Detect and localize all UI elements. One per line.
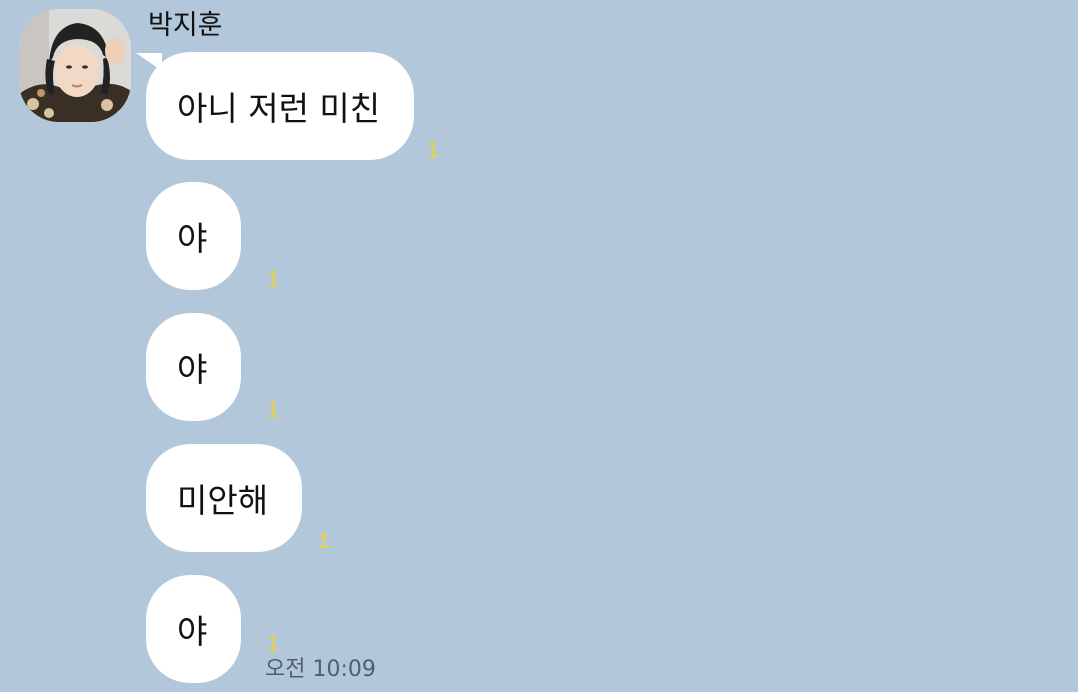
profile-photo-icon bbox=[19, 9, 131, 122]
message-bubble[interactable]: 야 bbox=[146, 575, 242, 683]
message-bubble[interactable]: 야 bbox=[146, 182, 242, 290]
unread-count: 1 bbox=[427, 137, 440, 162]
avatar[interactable] bbox=[19, 9, 131, 122]
message-bubble[interactable]: 아니 저런 미친 bbox=[146, 52, 415, 160]
message-text: 야 bbox=[177, 219, 208, 258]
unread-count: 1 bbox=[267, 631, 280, 656]
unread-count: 1 bbox=[318, 528, 331, 553]
sender-name: 박지훈 bbox=[148, 10, 223, 41]
message-bubble[interactable]: 미안해 bbox=[146, 444, 303, 552]
message-text: 야 bbox=[177, 350, 208, 389]
message-text: 아니 저런 미친 bbox=[177, 89, 381, 128]
message-bubble[interactable]: 야 bbox=[146, 313, 242, 421]
unread-count: 1 bbox=[267, 266, 280, 291]
message-timestamp: 오전 10:09 bbox=[265, 657, 376, 682]
message-text: 야 bbox=[177, 612, 208, 651]
unread-count: 1 bbox=[267, 397, 280, 422]
message-text: 미안해 bbox=[177, 481, 269, 520]
